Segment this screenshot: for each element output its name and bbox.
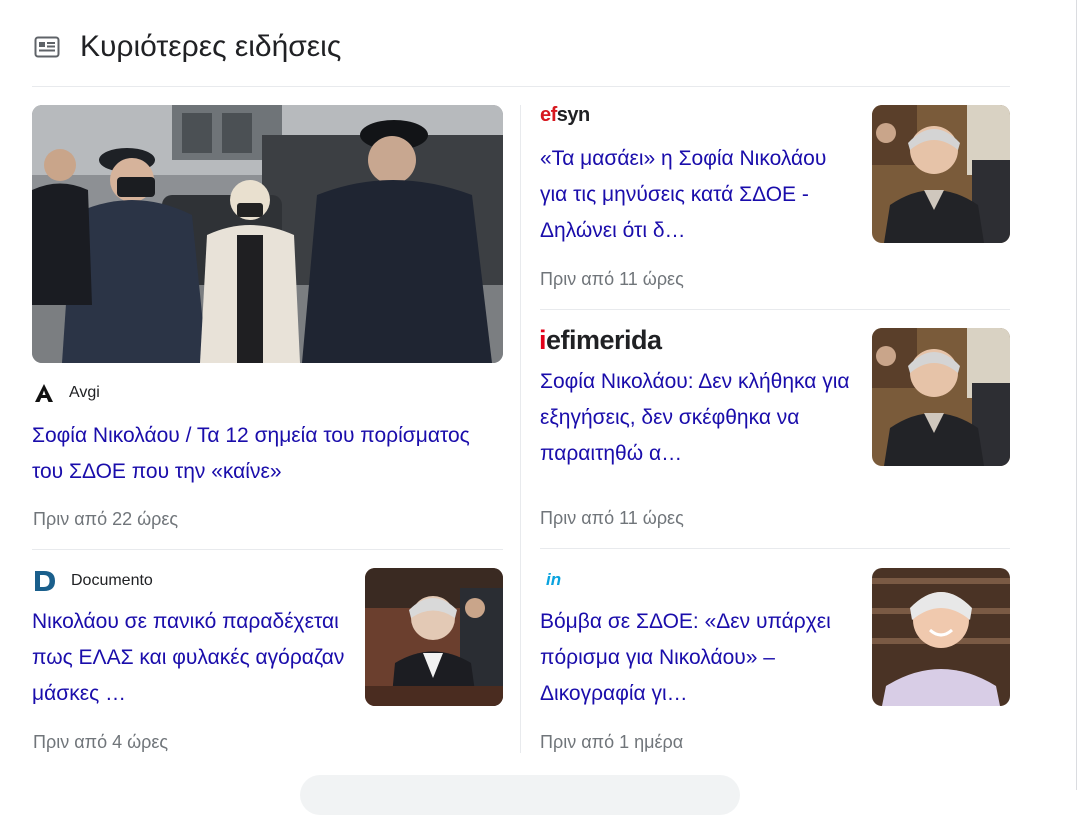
avgi-logo-icon	[33, 383, 55, 403]
section-title: Κυριότερες ειδήσεις	[80, 30, 342, 63]
story-time-in: Πριν από 1 ημέρα	[540, 732, 684, 752]
story-source-avgi: Avgi	[33, 383, 100, 403]
story-divider	[540, 548, 1010, 549]
story-source-label: syn	[556, 104, 590, 126]
story-headline-in[interactable]: Βόμβα σε ΣΔΟΕ: «Δεν υπάρχει πόρισμα για …	[540, 604, 852, 712]
section-header: Κυριότερες ειδήσεις	[32, 28, 1010, 87]
story-source-efsyn: efsyn	[540, 104, 590, 127]
story-divider	[540, 309, 1010, 310]
story-headline-efsyn[interactable]: «Τα μασάει» η Σοφία Νικολάου για τις μην…	[540, 141, 852, 249]
scrollbar[interactable]	[1076, 0, 1077, 790]
story-source-documento: Documento	[33, 570, 153, 592]
iefimerida-logo: iefimerida	[539, 325, 662, 355]
story-time-efsyn: Πριν από 11 ώρες	[540, 269, 684, 289]
story-time-iefimerida: Πριν από 11 ώρες	[540, 508, 684, 528]
news-icon	[34, 36, 60, 58]
story-image-in[interactable]	[872, 568, 1010, 706]
story-time-documento: Πριν από 4 ώρες	[33, 732, 169, 752]
documento-logo-icon	[33, 570, 57, 592]
in-logo: in	[546, 570, 562, 589]
story-source-label: Documento	[71, 572, 153, 589]
column-divider	[520, 105, 521, 753]
story-time-avgi: Πριν από 22 ώρες	[33, 509, 179, 529]
story-headline-documento[interactable]: Νικολάου σε πανικό παραδέχεται πως ΕΛΑΣ …	[32, 604, 350, 712]
story-source-iefimerida: iefimerida	[539, 325, 662, 356]
story-headline-iefimerida[interactable]: Σοφία Νικολάου: Δεν κλήθηκα για εξηγήσει…	[540, 364, 852, 472]
story-image-documento[interactable]	[365, 568, 503, 706]
story-source-label: Avgi	[69, 384, 100, 401]
story-source-in: in	[546, 570, 561, 590]
more-news-button[interactable]	[300, 775, 740, 815]
story-image-efsyn[interactable]	[872, 105, 1010, 243]
story-divider	[32, 549, 503, 550]
efsyn-logo: efsyn	[540, 104, 590, 126]
story-image-iefimerida[interactable]	[872, 328, 1010, 466]
story-image-avgi[interactable]	[32, 105, 503, 363]
story-headline-avgi[interactable]: Σοφία Νικολάου / Τα 12 σημεία του πορίσμ…	[32, 418, 502, 490]
